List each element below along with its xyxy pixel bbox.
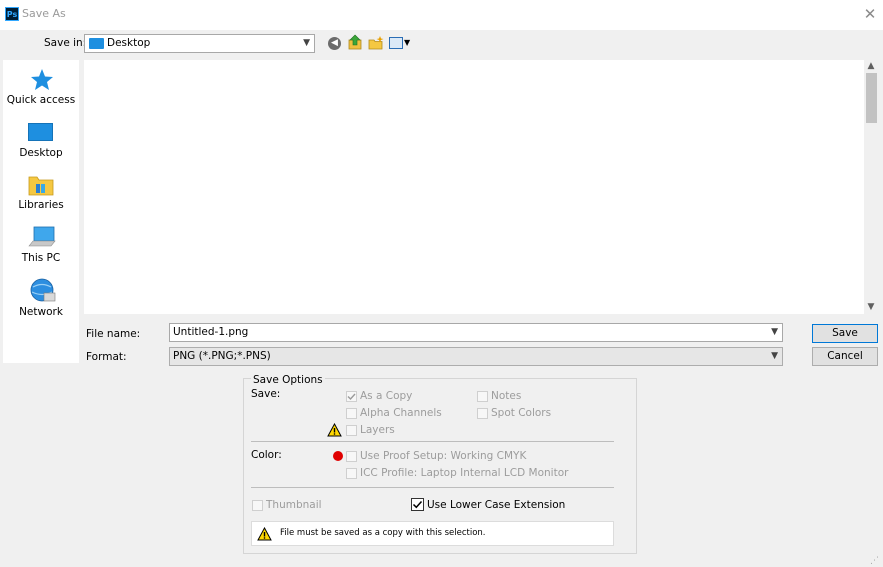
star-icon [31,69,53,90]
save-options-title: Save Options [251,374,325,386]
divider [251,441,614,442]
file-name-value: Untitled-1.png [173,326,249,338]
as-a-copy-label: As a Copy [360,390,413,402]
notes-label: Notes [491,390,522,402]
format-dropdown[interactable]: PNG (*.PNG;*.PNS) ▼ [169,347,783,366]
place-libraries[interactable]: Libraries [3,172,79,217]
place-network[interactable]: Network [3,277,79,322]
alpha-channels-checkbox[interactable] [346,408,357,419]
icc-profile-checkbox[interactable] [346,468,357,479]
save-button[interactable]: Save [812,324,878,343]
divider [251,487,614,488]
scrollbar-thumb[interactable] [866,73,877,123]
close-icon[interactable]: ✕ [862,5,878,23]
chevron-down-icon: ▼ [771,351,778,361]
desktop-icon [28,123,53,141]
thumbnail-label: Thumbnail [266,499,322,511]
libraries-icon [28,176,54,196]
warning-icon [327,423,342,437]
place-desktop[interactable]: Desktop [3,120,79,165]
notes-checkbox[interactable] [477,391,488,402]
spot-colors-checkbox[interactable] [477,408,488,419]
view-menu-chevron-icon[interactable]: ▼ [404,38,410,47]
place-this-pc[interactable]: This PC [3,224,79,269]
save-section-label: Save: [251,388,281,400]
scroll-down-icon[interactable]: ▼ [864,302,878,312]
photoshop-logo-icon: Ps [5,7,19,21]
icc-profile-label: ICC Profile: Laptop Internal LCD Monitor [360,467,569,479]
use-proof-setup-label: Use Proof Setup: Working CMYK [360,450,527,462]
use-proof-setup-checkbox[interactable] [346,451,357,462]
format-value: PNG (*.PNG;*.PNS) [173,350,271,362]
place-label: Libraries [18,199,64,211]
network-icon [30,278,56,302]
spot-colors-label: Spot Colors [491,407,552,419]
chevron-down-icon[interactable]: ▼ [771,327,778,337]
save-in-label: Save in: [44,37,87,49]
cancel-button[interactable]: Cancel [812,347,878,366]
alpha-channels-label: Alpha Channels [360,407,442,419]
file-name-input[interactable]: Untitled-1.png ▼ [169,323,783,342]
resize-grip-icon[interactable]: ⋰ [870,556,879,566]
error-dot-icon [333,451,343,461]
file-name-label: File name: [86,328,141,340]
warning-icon [257,527,272,541]
place-label: Network [19,306,63,318]
as-a-copy-checkbox[interactable] [346,391,357,402]
title-bar [0,0,883,30]
chevron-down-icon: ▼ [303,38,310,48]
up-folder-icon[interactable] [348,34,362,50]
place-label: This PC [21,252,61,264]
file-list[interactable] [84,60,864,314]
window-title: Save As [22,7,66,20]
view-menu-icon[interactable] [389,37,403,49]
layers-checkbox[interactable] [346,425,357,436]
place-label: Desktop [19,147,63,159]
computer-icon [28,226,56,247]
format-label: Format: [86,351,127,363]
use-lower-case-extension-label: Use Lower Case Extension [427,499,566,511]
color-section-label: Color: [251,449,282,461]
place-quick-access[interactable]: Quick access [3,66,79,111]
save-in-dropdown[interactable]: Desktop ▼ [84,34,315,53]
warning-message-box: File must be saved as a copy with this s… [251,521,614,546]
layers-label: Layers [360,424,395,436]
back-icon[interactable]: ◀ [328,37,341,50]
use-lower-case-extension-checkbox[interactable] [411,498,424,511]
place-label: Quick access [6,94,76,106]
thumbnail-checkbox[interactable] [252,500,263,511]
new-folder-icon[interactable] [368,36,384,50]
save-in-value: Desktop [107,37,151,49]
desktop-folder-icon [89,38,104,49]
places-bar: Quick access Desktop Libraries This PC N… [3,60,79,363]
warning-message: File must be saved as a copy with this s… [280,528,486,538]
scroll-up-icon[interactable]: ▲ [864,61,878,71]
